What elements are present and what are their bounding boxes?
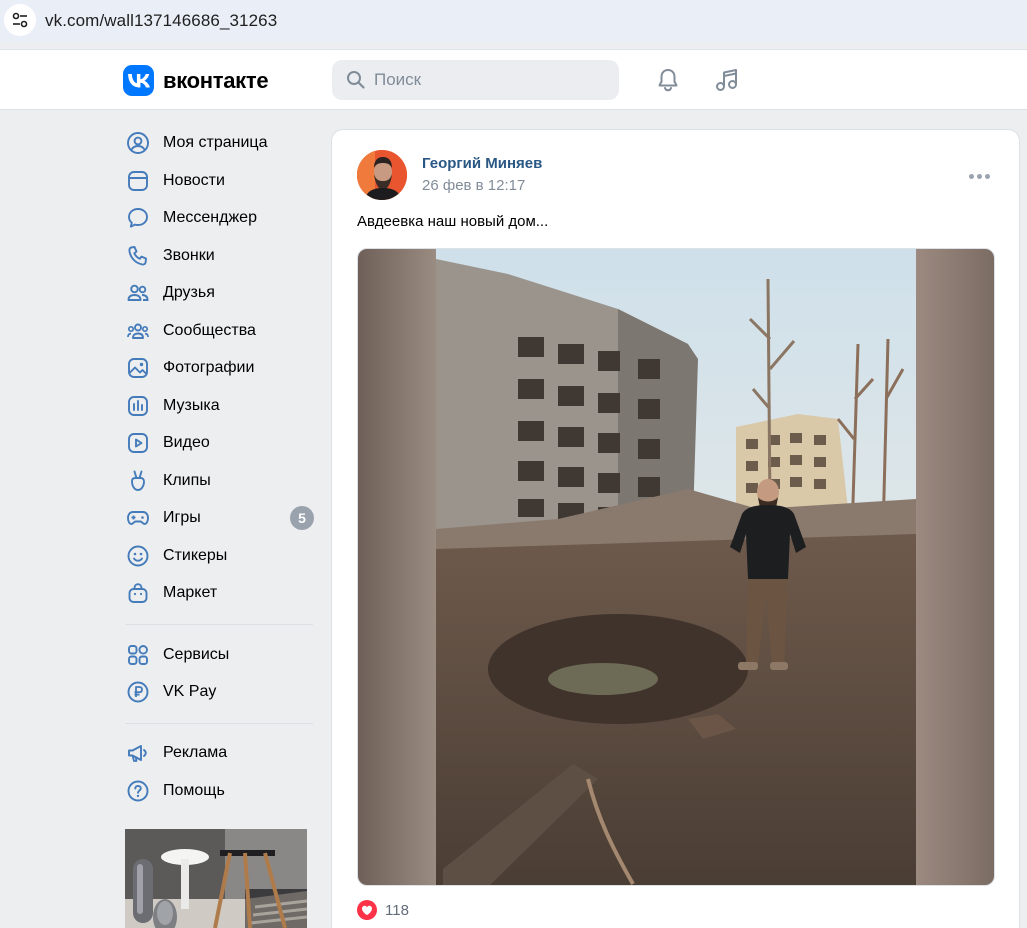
games-badge: 5 bbox=[290, 506, 314, 530]
sidebar-item-label: Сервисы bbox=[163, 646, 230, 663]
music-note-icon bbox=[716, 69, 737, 91]
post-like-button[interactable]: 118 bbox=[357, 900, 409, 920]
sidebar-item-calls[interactable]: Звонки bbox=[120, 238, 320, 274]
sidebar-ad-image[interactable] bbox=[125, 829, 307, 928]
video-icon bbox=[124, 429, 152, 457]
search-input[interactable] bbox=[374, 70, 604, 90]
user-circle-icon bbox=[124, 129, 152, 157]
more-dot bbox=[976, 173, 982, 179]
games-icon bbox=[124, 504, 152, 532]
post-date[interactable]: 26 фев в 12:17 bbox=[422, 177, 525, 194]
sidebar-item-services[interactable]: Сервисы bbox=[120, 637, 320, 673]
photos-icon bbox=[124, 354, 152, 382]
sidebar-item-vkpay[interactable]: VK Pay bbox=[120, 674, 320, 710]
sidebar-item-label: Музыка bbox=[163, 397, 220, 414]
vk-logo[interactable]: вконтакте bbox=[123, 65, 269, 96]
vk-logo-text: вконтакте bbox=[163, 67, 269, 93]
sidebar-item-label: Стикеры bbox=[163, 547, 228, 564]
search-icon bbox=[347, 71, 365, 89]
music-player-button[interactable] bbox=[713, 66, 741, 94]
notifications-button[interactable] bbox=[654, 66, 682, 94]
post-author-name[interactable]: Георгий Миняев bbox=[422, 155, 542, 172]
clips-icon bbox=[124, 467, 152, 495]
sidebar-item-games[interactable]: Игры 5 bbox=[120, 500, 320, 536]
like-count: 118 bbox=[385, 901, 409, 919]
sidebar-item-label: VK Pay bbox=[163, 683, 217, 700]
sidebar-item-label: Звонки bbox=[163, 247, 215, 264]
bell-icon bbox=[658, 69, 678, 92]
sidebar-item-label: Игры bbox=[163, 509, 201, 526]
sidebar-item-my-page[interactable]: Моя страница bbox=[120, 125, 320, 161]
sidebar-item-label: Помощь bbox=[163, 782, 225, 799]
sidebar-item-ads[interactable]: Реклама bbox=[120, 735, 320, 771]
sidebar-item-label: Мессенджер bbox=[163, 209, 257, 226]
sidebar-item-help[interactable]: Помощь bbox=[120, 773, 320, 809]
communities-icon bbox=[124, 317, 152, 345]
sidebar-item-stickers[interactable]: Стикеры bbox=[120, 538, 320, 574]
sidebar-item-label: Видео bbox=[163, 434, 210, 451]
sidebar-item-messenger[interactable]: Мессенджер bbox=[120, 200, 320, 236]
site-settings-button[interactable] bbox=[4, 4, 36, 36]
search-box[interactable] bbox=[332, 60, 619, 100]
sidebar-item-music[interactable]: Музыка bbox=[120, 388, 320, 424]
sidebar-divider bbox=[125, 723, 313, 724]
music-icon bbox=[124, 392, 152, 420]
sidebar-item-friends[interactable]: Друзья bbox=[120, 275, 320, 311]
heart-icon bbox=[357, 900, 377, 920]
newsfeed-icon bbox=[124, 167, 152, 195]
sidebar-item-label: Сообщества bbox=[163, 322, 256, 339]
author-avatar[interactable] bbox=[357, 150, 407, 200]
sidebar-item-label: Клипы bbox=[163, 472, 211, 489]
post-text: Авдеевка наш новый дом... bbox=[357, 213, 549, 230]
sidebar-item-photos[interactable]: Фотографии bbox=[120, 350, 320, 386]
vkpay-icon bbox=[124, 678, 152, 706]
sidebar-item-label: Новости bbox=[163, 172, 225, 189]
market-icon bbox=[124, 579, 152, 607]
post-more-button[interactable] bbox=[966, 166, 992, 186]
help-icon bbox=[124, 777, 152, 805]
sidebar-item-clips[interactable]: Клипы bbox=[120, 463, 320, 499]
services-icon bbox=[124, 641, 152, 669]
more-dot bbox=[984, 173, 990, 179]
sidebar-item-communities[interactable]: Сообщества bbox=[120, 313, 320, 349]
friends-icon bbox=[124, 279, 152, 307]
sidebar-item-label: Моя страница bbox=[163, 134, 268, 151]
sidebar-divider bbox=[125, 624, 313, 625]
megaphone-icon bbox=[124, 739, 152, 767]
sidebar-item-news[interactable]: Новости bbox=[120, 163, 320, 199]
sidebar-item-label: Друзья bbox=[163, 284, 215, 301]
tune-icon bbox=[12, 12, 28, 28]
sidebar-item-label: Фотографии bbox=[163, 359, 255, 376]
url-text[interactable]: vk.com/wall137146686_31263 bbox=[45, 11, 277, 31]
sidebar-item-label: Маркет bbox=[163, 584, 218, 601]
post-photo[interactable] bbox=[357, 248, 995, 886]
browser-address-bar[interactable]: vk.com/wall137146686_31263 bbox=[0, 0, 1027, 42]
phone-icon bbox=[124, 242, 152, 270]
stickers-icon bbox=[124, 542, 152, 570]
message-icon bbox=[124, 204, 152, 232]
sidebar-item-video[interactable]: Видео bbox=[120, 425, 320, 461]
sidebar-item-label: Реклама bbox=[163, 744, 228, 761]
more-dot bbox=[968, 173, 974, 179]
sidebar-item-market[interactable]: Маркет bbox=[120, 575, 320, 611]
vk-logo-icon bbox=[123, 65, 154, 96]
